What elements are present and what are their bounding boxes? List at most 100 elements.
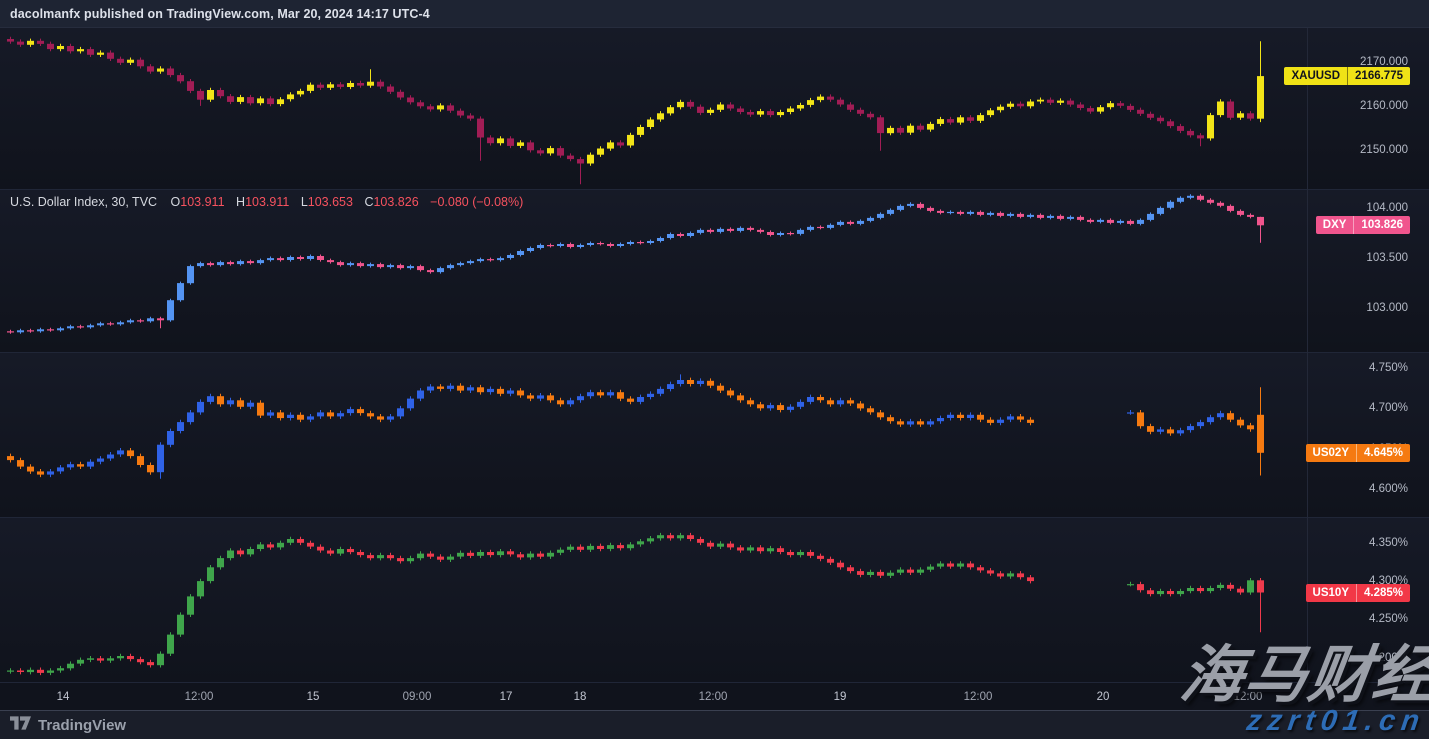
candle bbox=[437, 384, 444, 391]
candle bbox=[707, 228, 714, 233]
candle bbox=[667, 382, 674, 392]
candle bbox=[1127, 582, 1134, 587]
candle bbox=[1197, 194, 1204, 201]
candles-us02y[interactable] bbox=[0, 353, 1307, 517]
candle bbox=[827, 557, 834, 565]
candle bbox=[337, 411, 344, 419]
candles-dxy[interactable] bbox=[0, 190, 1307, 352]
candle bbox=[227, 548, 234, 560]
y-axis-label: 4.200% bbox=[1369, 652, 1408, 664]
panel-dxy[interactable]: U.S. Dollar Index, 30, TVC O103.911 H103… bbox=[0, 189, 1429, 352]
legend-change: −0.080 (−0.08%) bbox=[430, 195, 523, 209]
candle bbox=[477, 550, 484, 558]
candle bbox=[1177, 428, 1184, 436]
candle bbox=[877, 410, 884, 420]
candle bbox=[1117, 219, 1124, 224]
candle bbox=[947, 412, 954, 420]
candle bbox=[97, 50, 104, 57]
candle bbox=[637, 241, 644, 245]
candle bbox=[417, 100, 424, 108]
candle bbox=[887, 570, 894, 578]
candle bbox=[847, 102, 854, 112]
candle bbox=[17, 329, 24, 334]
candle bbox=[267, 96, 274, 106]
candle bbox=[1237, 209, 1244, 216]
candle bbox=[1247, 423, 1254, 432]
panel-xauusd[interactable]: XAUUSD 2166.775 2170.0002160.0002150.000 bbox=[0, 28, 1429, 189]
panel-us10y[interactable]: US10Y 4.285% 4.350%4.300%4.250%4.200% bbox=[0, 517, 1429, 682]
candle bbox=[817, 225, 824, 229]
candle bbox=[1177, 124, 1184, 133]
candle bbox=[987, 211, 994, 216]
y-axis-label: 4.700% bbox=[1369, 402, 1408, 414]
candle bbox=[507, 254, 514, 260]
candle bbox=[287, 412, 294, 420]
candle bbox=[1077, 215, 1084, 221]
candle bbox=[1177, 196, 1184, 203]
candle bbox=[597, 146, 604, 157]
y-axis-label: 4.350% bbox=[1369, 537, 1408, 549]
candle bbox=[1197, 420, 1204, 429]
panel-us02y[interactable]: US02Y 4.645% 4.750%4.700%4.650%4.600% bbox=[0, 352, 1429, 517]
candle bbox=[237, 260, 244, 266]
candle bbox=[527, 551, 534, 559]
candle bbox=[117, 448, 124, 457]
badge-price: 4.645% bbox=[1356, 444, 1410, 462]
candle bbox=[907, 202, 914, 207]
candle bbox=[607, 140, 614, 151]
candle bbox=[107, 452, 114, 461]
candle bbox=[797, 228, 804, 235]
candle bbox=[577, 544, 584, 552]
candle bbox=[117, 654, 124, 661]
candles-xauusd[interactable] bbox=[0, 28, 1307, 189]
tradingview-wordmark[interactable]: TradingView bbox=[38, 717, 126, 734]
publish-header: dacolmanfx published on TradingView.com,… bbox=[0, 0, 1429, 28]
badge-price: 2166.775 bbox=[1347, 67, 1410, 85]
candle bbox=[997, 105, 1004, 113]
candle bbox=[447, 554, 454, 562]
time-axis-time-label: 12:00 bbox=[1234, 691, 1263, 703]
candle bbox=[1007, 571, 1014, 579]
candles-us10y[interactable] bbox=[0, 518, 1307, 682]
y-axis-label: 4.750% bbox=[1369, 362, 1408, 374]
candle bbox=[677, 100, 684, 110]
candle bbox=[967, 412, 974, 420]
candle bbox=[337, 261, 344, 267]
candle bbox=[897, 204, 904, 211]
candle bbox=[57, 465, 64, 474]
candle bbox=[1107, 218, 1114, 224]
candle bbox=[1017, 414, 1024, 422]
time-axis[interactable]: 1412:001509:00171812:001912:002012:00 bbox=[0, 682, 1429, 710]
candle bbox=[507, 549, 514, 557]
candle bbox=[1117, 101, 1124, 108]
candle bbox=[747, 110, 754, 117]
candle bbox=[497, 257, 504, 262]
candle bbox=[987, 108, 994, 117]
candle bbox=[467, 113, 474, 121]
candle bbox=[587, 242, 594, 247]
candle bbox=[287, 92, 294, 101]
candle bbox=[1207, 113, 1214, 141]
candle bbox=[447, 383, 454, 391]
candle bbox=[1187, 424, 1194, 433]
candle bbox=[1137, 582, 1144, 593]
tradingview-logo-icon[interactable] bbox=[10, 716, 31, 735]
candle bbox=[937, 416, 944, 424]
candle bbox=[1067, 215, 1074, 220]
candle bbox=[147, 317, 154, 323]
symbol-legend[interactable]: U.S. Dollar Index, 30, TVC O103.911 H103… bbox=[10, 195, 523, 209]
candle bbox=[147, 463, 154, 475]
candle bbox=[547, 551, 554, 559]
badge-symbol: DXY bbox=[1316, 216, 1354, 234]
candle bbox=[737, 545, 744, 553]
candle bbox=[307, 541, 314, 549]
candle bbox=[167, 632, 174, 656]
candle bbox=[257, 400, 264, 418]
candle bbox=[37, 469, 44, 477]
candle bbox=[17, 39, 24, 47]
time-axis-time-label: 12:00 bbox=[699, 691, 728, 703]
candle bbox=[927, 564, 934, 572]
time-axis-date-label: 14 bbox=[57, 691, 70, 703]
candle bbox=[427, 384, 434, 393]
candle bbox=[97, 322, 104, 327]
